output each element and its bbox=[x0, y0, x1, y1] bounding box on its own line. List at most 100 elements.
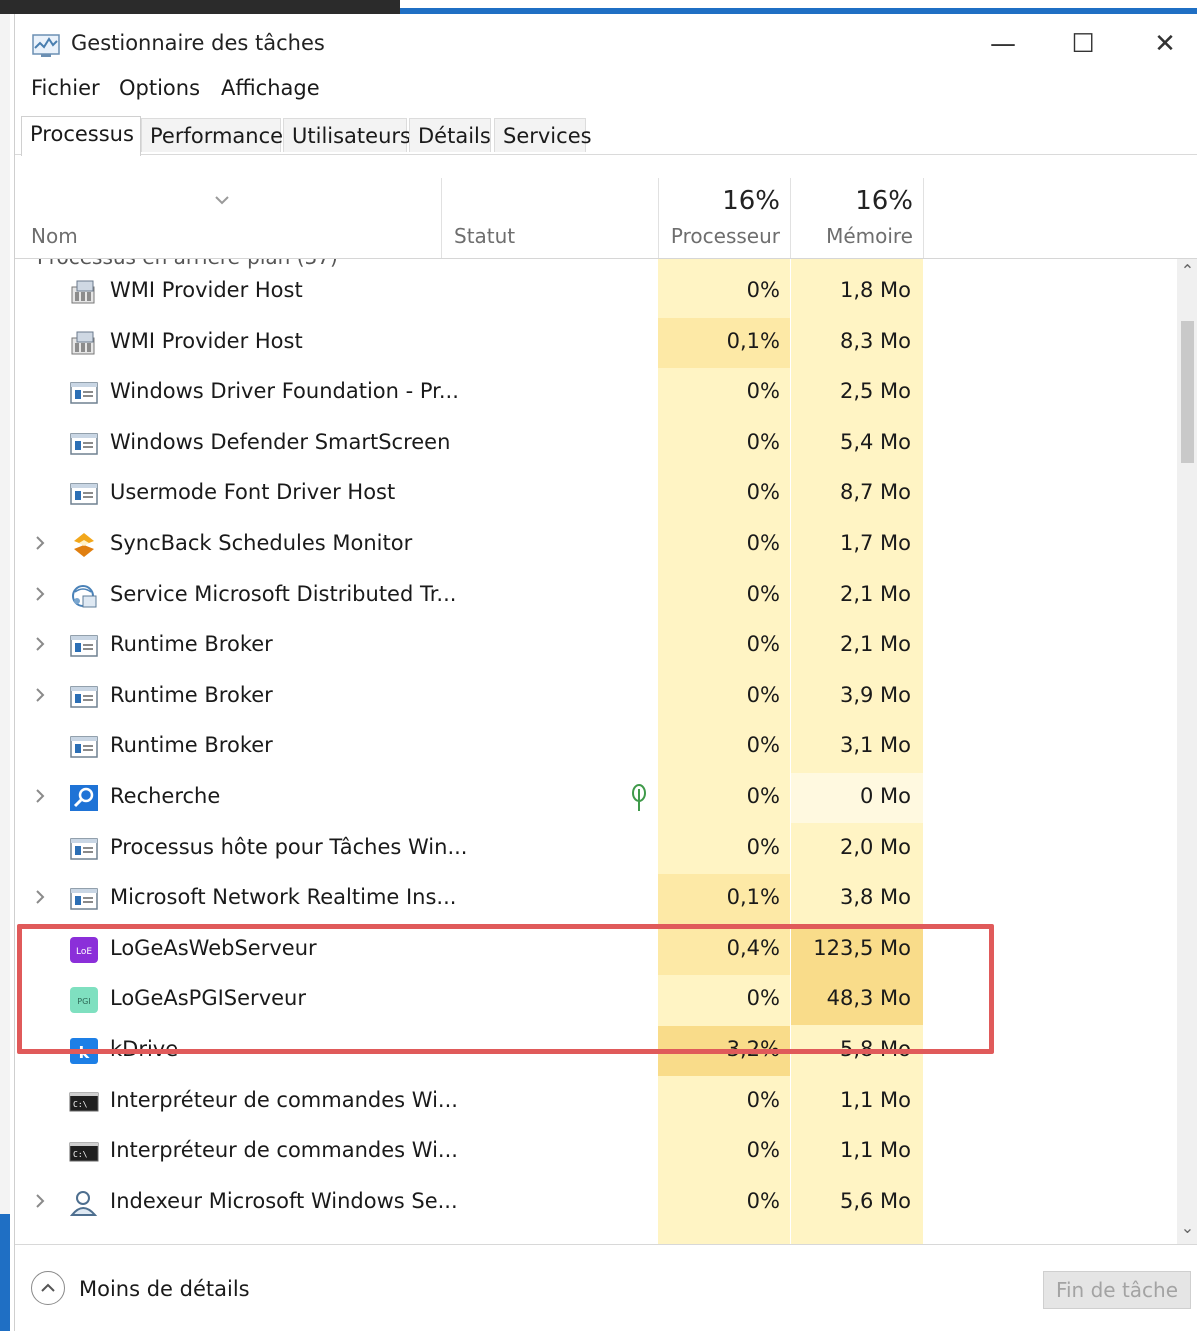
network-service-icon bbox=[69, 582, 99, 610]
close-button[interactable]: ✕ bbox=[1141, 24, 1189, 64]
process-list[interactable]: Processus en arrière-plan (37) WMI Provi… bbox=[15, 259, 1177, 1244]
process-row[interactable]: Runtime Broker 0% 3,9 Mo bbox=[15, 672, 1177, 722]
expand-chevron-icon[interactable] bbox=[33, 584, 47, 604]
process-name: Runtime Broker bbox=[110, 632, 273, 657]
minimize-button[interactable]: — bbox=[979, 24, 1027, 64]
process-memory: 8,7 Mo bbox=[839, 480, 911, 505]
process-name: Interpréteur de commandes Wi... bbox=[110, 1087, 458, 1112]
indexer-icon bbox=[69, 1189, 99, 1217]
process-memory: 1,8 Mo bbox=[839, 278, 911, 302]
process-memory: 1,1 Mo bbox=[839, 1138, 911, 1163]
process-name: Windows Defender SmartScreen bbox=[110, 429, 451, 454]
background-window-edge bbox=[0, 14, 10, 1331]
process-row[interactable]: Usermode Font Driver Host 0% 8,7 Mo bbox=[15, 469, 1177, 519]
column-name[interactable]: Nom bbox=[15, 164, 441, 258]
process-name: Service Microsoft Distributed Tr... bbox=[110, 581, 457, 606]
process-memory: 3,8 Mo bbox=[839, 885, 911, 910]
expand-chevron-icon[interactable] bbox=[33, 887, 47, 907]
tab-details[interactable]: Détails bbox=[409, 118, 491, 152]
process-name: Windows Driver Foundation - Pr... bbox=[110, 379, 459, 404]
scrollbar-thumb[interactable] bbox=[1181, 321, 1194, 463]
less-details-label[interactable]: Moins de détails bbox=[79, 1277, 250, 1301]
process-memory: 0 Mo bbox=[859, 784, 911, 808]
tab-processus[interactable]: Processus bbox=[21, 116, 141, 156]
menu-fichier[interactable]: Fichier bbox=[31, 76, 100, 100]
chevron-up-icon bbox=[41, 1283, 55, 1292]
sort-chevron-icon bbox=[215, 196, 229, 205]
process-row[interactable]: Indexeur Microsoft Windows Se... 0% 5,6 Mo bbox=[15, 1178, 1177, 1228]
process-cpu: 0% bbox=[746, 1138, 780, 1163]
process-row[interactable]: SyncBack Schedules Monitor 0% 1,7 Mo bbox=[15, 520, 1177, 570]
process-cpu: 0% bbox=[746, 531, 780, 555]
process-memory: 1,7 Mo bbox=[839, 531, 911, 555]
window-app-icon bbox=[69, 683, 99, 711]
process-cpu: 0% bbox=[746, 581, 780, 606]
process-cpu: 0,1% bbox=[726, 885, 780, 910]
cmd-icon: C:\ bbox=[69, 1138, 99, 1166]
window-app-icon bbox=[69, 885, 99, 913]
process-memory: 1,1 Mo bbox=[839, 1087, 911, 1112]
process-name: WMI Provider Host bbox=[110, 328, 303, 353]
column-memory[interactable]: 16% Mémoire bbox=[791, 164, 923, 258]
window-app-icon bbox=[69, 480, 99, 508]
vertical-scrollbar[interactable]: ⌃ ⌄ bbox=[1177, 259, 1197, 1244]
wmi-icon bbox=[69, 278, 99, 306]
search-app-icon bbox=[69, 784, 99, 812]
tab-utilisateurs[interactable]: Utilisateurs bbox=[283, 118, 411, 152]
process-memory: 2,0 Mo bbox=[839, 834, 911, 859]
process-memory: 2,1 Mo bbox=[839, 581, 911, 606]
process-name: Usermode Font Driver Host bbox=[110, 480, 396, 505]
menu-options[interactable]: Options bbox=[119, 76, 200, 100]
process-cpu: 0,1% bbox=[726, 328, 780, 353]
process-cpu: 0% bbox=[746, 379, 780, 404]
process-memory: 8,3 Mo bbox=[839, 328, 911, 353]
expand-chevron-icon[interactable] bbox=[33, 533, 47, 553]
expand-chevron-icon[interactable] bbox=[33, 634, 47, 654]
menu-affichage[interactable]: Affichage bbox=[221, 76, 320, 100]
task-manager-window: Gestionnaire des tâches — ☐ ✕ Fichier Op… bbox=[14, 14, 1197, 1332]
expand-chevron-icon[interactable] bbox=[33, 1191, 47, 1211]
process-row[interactable]: C:\ Interpréteur de commandes Wi... 0% 1,1 … bbox=[15, 1127, 1177, 1177]
process-row[interactable]: Runtime Broker 0% 3,1 Mo bbox=[15, 722, 1177, 772]
process-row[interactable]: Runtime Broker 0% 2,1 Mo bbox=[15, 621, 1177, 671]
process-name: SyncBack Schedules Monitor bbox=[110, 531, 413, 555]
window-app-icon bbox=[69, 379, 99, 407]
less-details-button[interactable] bbox=[31, 1271, 65, 1305]
cmd-icon: C:\ bbox=[69, 1088, 99, 1116]
column-name-label: Nom bbox=[31, 224, 78, 248]
column-divider bbox=[923, 178, 924, 258]
process-cpu: 0% bbox=[746, 632, 780, 657]
column-memory-label: Mémoire bbox=[826, 224, 913, 248]
process-row[interactable]: Microsoft Network Realtime Ins... 0,1% 3,8… bbox=[15, 874, 1177, 925]
scroll-down-icon[interactable]: ⌄ bbox=[1177, 1218, 1197, 1242]
process-name: WMI Provider Host bbox=[110, 278, 303, 302]
background-toolbar bbox=[0, 0, 400, 14]
process-row[interactable]: Recherche 0% 0 Mo bbox=[15, 773, 1177, 823]
title-bar[interactable]: Gestionnaire des tâches — ☐ ✕ bbox=[15, 14, 1197, 74]
process-name: Microsoft Network Realtime Ins... bbox=[110, 885, 457, 910]
tab-performance[interactable]: Performance bbox=[141, 118, 283, 152]
tab-services[interactable]: Services bbox=[494, 118, 592, 152]
process-row[interactable]: Windows Defender SmartScreen 0% 5,4 Mo bbox=[15, 419, 1177, 469]
process-row[interactable]: Service Microsoft Distributed Tr... 0% 2,1… bbox=[15, 571, 1177, 621]
process-row[interactable]: Windows Driver Foundation - Pr... 0% 2,5 M… bbox=[15, 368, 1177, 418]
expand-chevron-icon[interactable] bbox=[33, 786, 47, 806]
process-row[interactable]: C:\ Interpréteur de commandes Wi... 0% 1,1 … bbox=[15, 1077, 1177, 1127]
expand-chevron-icon[interactable] bbox=[33, 685, 47, 705]
process-cpu: 0% bbox=[746, 1188, 780, 1213]
process-name: Runtime Broker bbox=[110, 733, 273, 758]
annotation-highlight-box bbox=[17, 924, 994, 1054]
process-name: Recherche bbox=[110, 784, 221, 808]
process-name: Interpréteur de commandes Wi... bbox=[110, 1138, 458, 1163]
process-row[interactable]: WMI Provider Host 0% 1,8 Mo bbox=[15, 267, 1177, 317]
process-memory: 3,9 Mo bbox=[839, 682, 911, 707]
maximize-button[interactable]: ☐ bbox=[1059, 24, 1107, 64]
column-status[interactable]: Statut bbox=[442, 164, 658, 258]
end-task-button[interactable]: Fin de tâche bbox=[1043, 1271, 1191, 1309]
scroll-up-icon[interactable]: ⌃ bbox=[1177, 261, 1197, 285]
process-row[interactable]: Processus hôte pour Tâches Win... 0% 2,0 M… bbox=[15, 824, 1177, 874]
process-row[interactable]: WMI Provider Host 0,1% 8,3 Mo bbox=[15, 317, 1177, 368]
wmi-icon bbox=[69, 329, 99, 357]
column-cpu[interactable]: 16% Processeur bbox=[659, 164, 790, 258]
tab-bar: Processus Performance Utilisateurs Détai… bbox=[15, 116, 1197, 156]
